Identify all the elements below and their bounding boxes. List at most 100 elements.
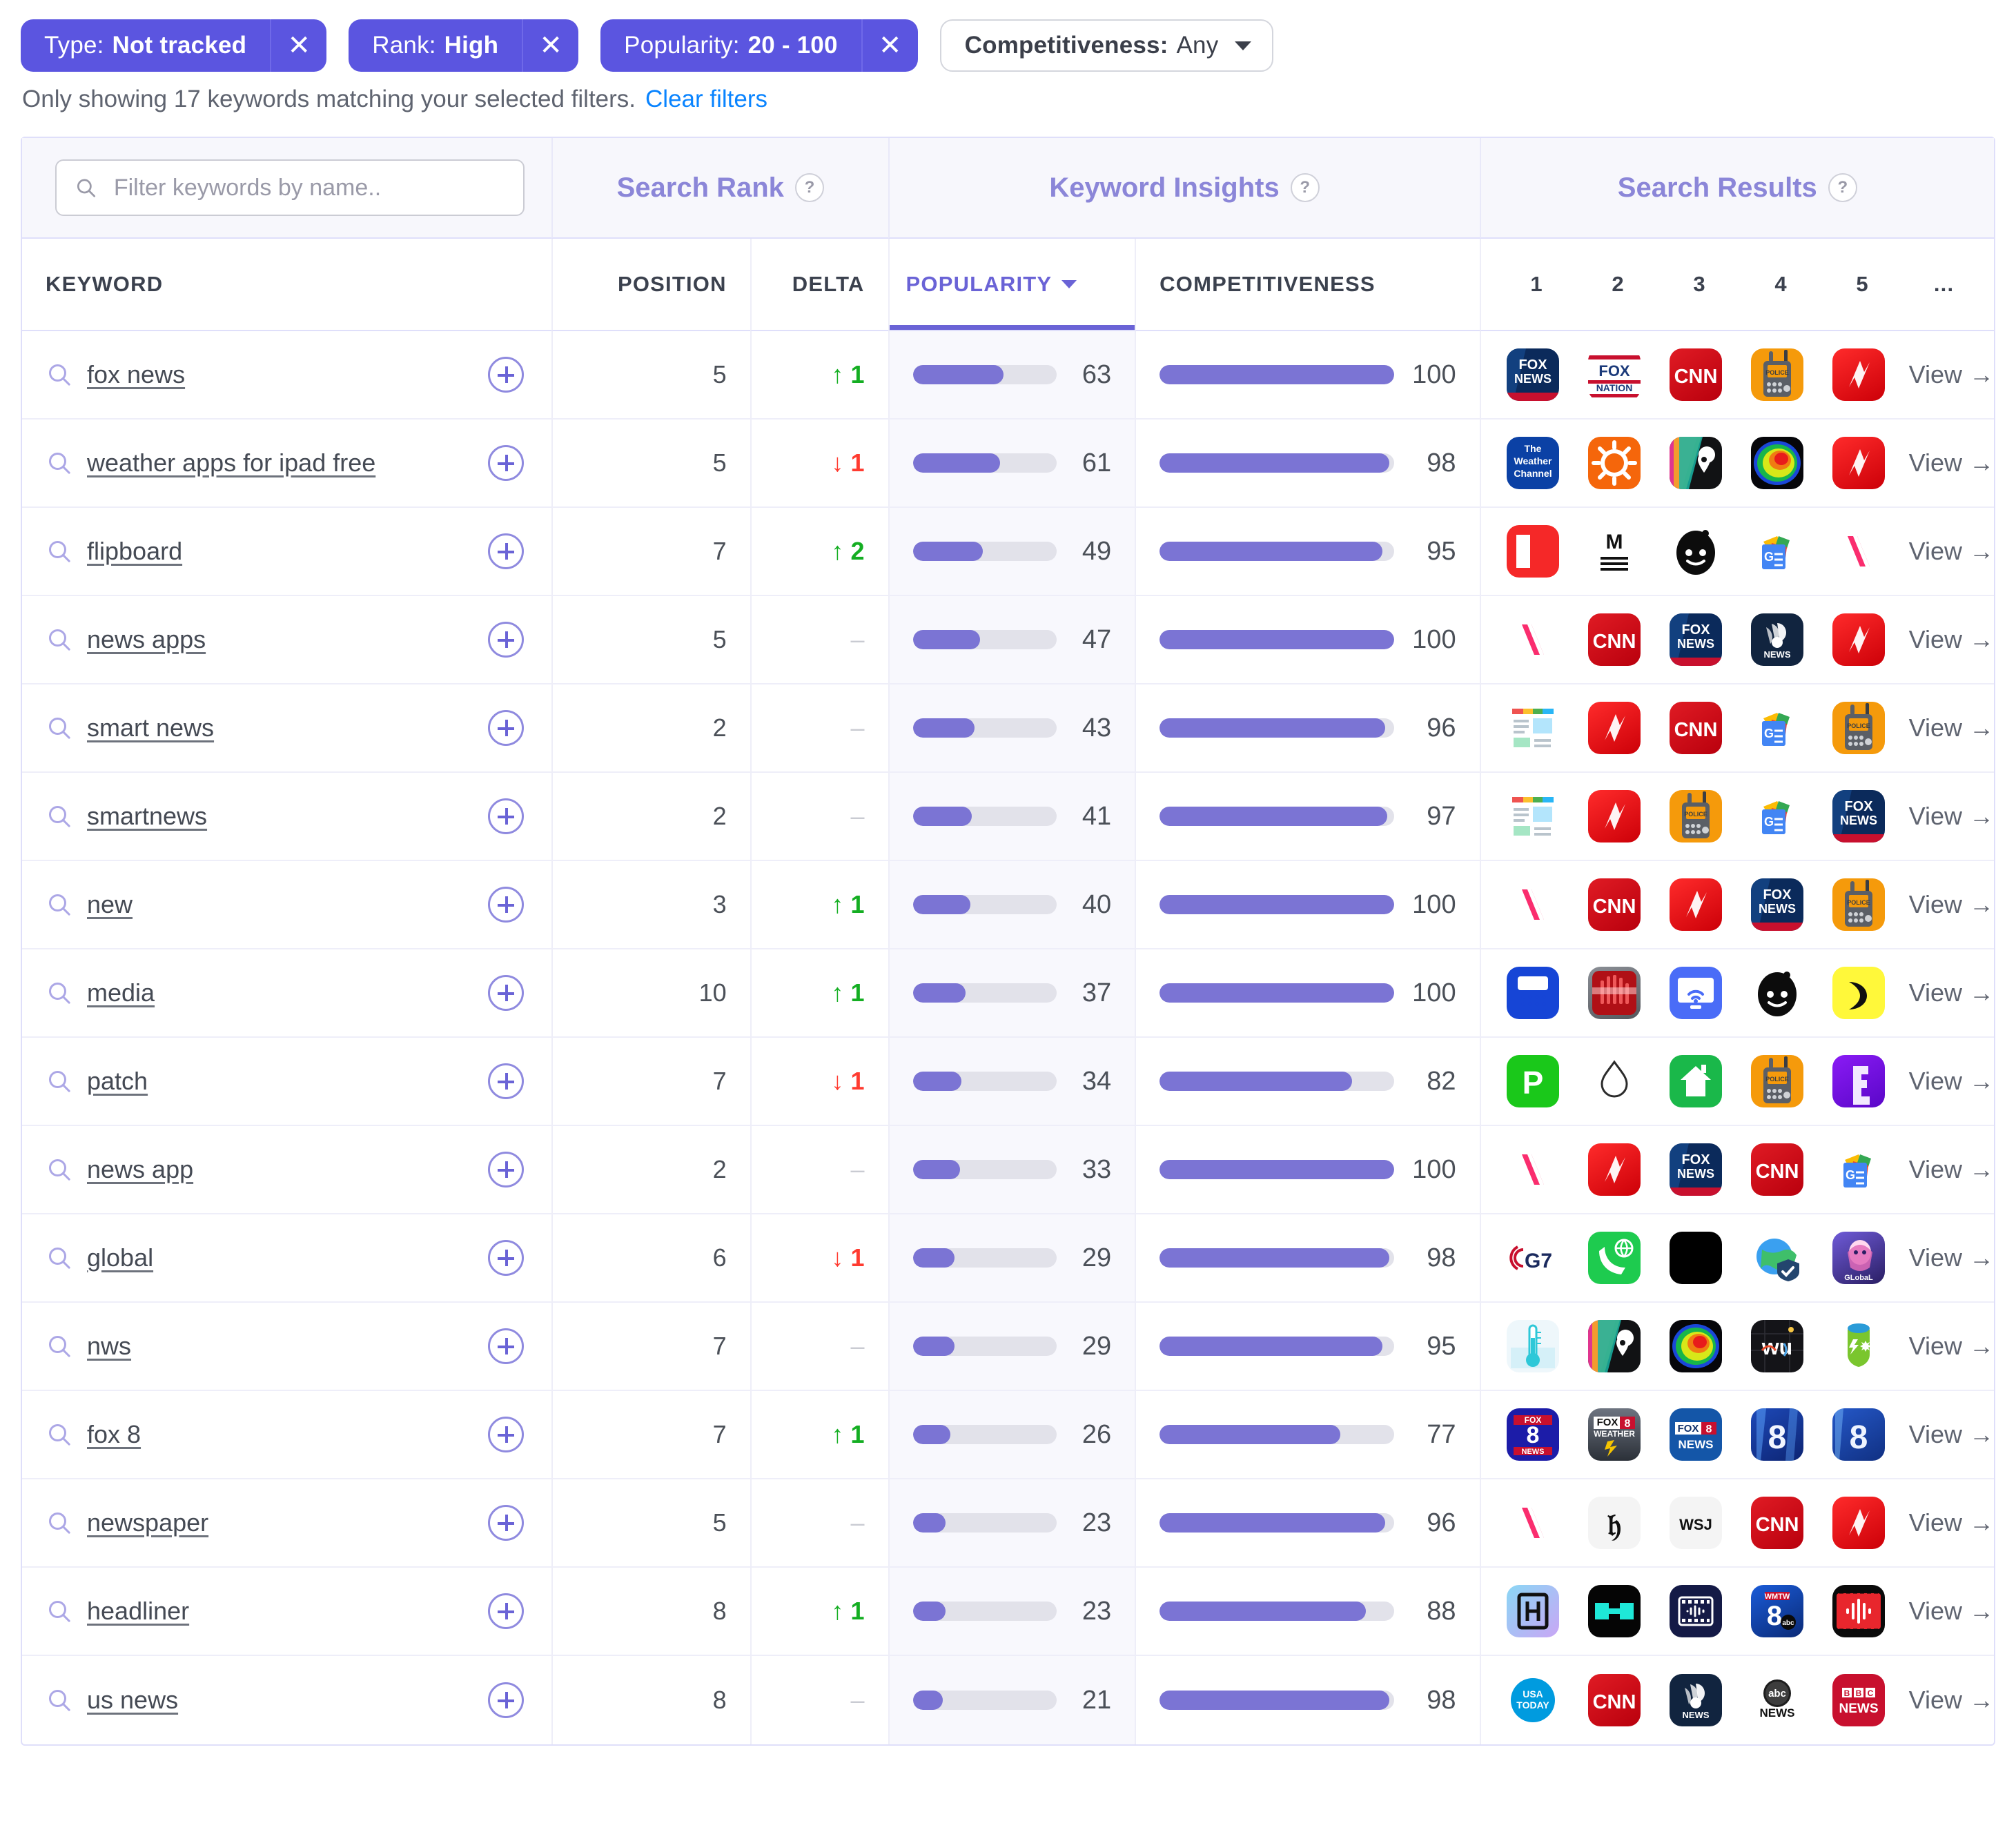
search-result-slot[interactable]: FOX NEWS bbox=[1736, 878, 1818, 931]
view-results-link[interactable]: View → bbox=[1909, 1597, 1994, 1626]
app-icon-reddit[interactable] bbox=[1750, 967, 1803, 1019]
add-keyword-button[interactable] bbox=[487, 533, 524, 569]
search-result-slot[interactable]: B B C NEWS bbox=[1818, 1674, 1899, 1726]
table-row[interactable]: fox news 5 ↑ 1 63 100 FOX NEWS FOX NATION C… bbox=[22, 331, 1994, 420]
app-icon-medium[interactable]: M bbox=[1587, 525, 1641, 578]
help-icon[interactable]: ? bbox=[1828, 173, 1857, 202]
app-icon-cnn[interactable]: CNN bbox=[1750, 1143, 1803, 1196]
chevron-down-icon[interactable] bbox=[1235, 41, 1252, 50]
column-header-position[interactable]: POSITION bbox=[551, 239, 750, 331]
view-results-link[interactable]: View → bbox=[1909, 1155, 1994, 1184]
app-icon-fox-news[interactable]: FOX NEWS bbox=[1832, 790, 1885, 842]
app-icon-reddit[interactable] bbox=[1669, 525, 1722, 578]
app-icon-water-drop[interactable] bbox=[1587, 1055, 1641, 1107]
app-icon-cnn[interactable]: CNN bbox=[1587, 878, 1641, 931]
search-result-slot[interactable] bbox=[1574, 1320, 1655, 1372]
app-icon-fox8-news[interactable]: FOX 8 NEWS bbox=[1506, 1408, 1559, 1461]
search-result-slot[interactable]: FOX NATION bbox=[1574, 348, 1655, 401]
search-result-slot[interactable] bbox=[1818, 967, 1899, 1019]
app-icon-newsbreak[interactable] bbox=[1587, 790, 1641, 842]
app-icon-apple-news[interactable] bbox=[1832, 525, 1885, 578]
search-result-slot[interactable]: POLICE bbox=[1736, 1055, 1818, 1107]
app-icon-black-square[interactable] bbox=[1669, 1232, 1722, 1284]
search-result-slot[interactable] bbox=[1492, 1320, 1574, 1372]
close-icon[interactable]: ✕ bbox=[270, 19, 326, 72]
search-input[interactable] bbox=[112, 173, 505, 202]
search-result-slot[interactable]: GLobaL bbox=[1818, 1232, 1899, 1284]
search-result-slot[interactable] bbox=[1574, 967, 1655, 1019]
add-keyword-button[interactable] bbox=[487, 622, 524, 658]
app-icon-newsbreak[interactable] bbox=[1832, 613, 1885, 666]
search-result-slot[interactable] bbox=[1818, 348, 1899, 401]
search-result-slot[interactable] bbox=[1492, 878, 1574, 931]
search-result-slot[interactable]: FOX NEWS bbox=[1492, 348, 1574, 401]
app-icon-fox8-news-blue[interactable]: FOX 8 NEWS bbox=[1669, 1408, 1722, 1461]
table-row[interactable]: flipboard 7 ↑ 2 49 95 M G View → bbox=[22, 508, 1994, 596]
view-results-link[interactable]: View → bbox=[1909, 1686, 1994, 1715]
app-icon-cnn[interactable]: CNN bbox=[1669, 702, 1722, 754]
sort-descending-icon[interactable] bbox=[1061, 280, 1077, 288]
help-icon[interactable]: ? bbox=[794, 173, 824, 202]
app-icon-globe-shield[interactable] bbox=[1750, 1232, 1803, 1284]
app-icon-channel-8[interactable]: 8 bbox=[1750, 1408, 1803, 1461]
table-row[interactable]: smartnews 2 – 41 97 POLICE G FOX NEWS View… bbox=[22, 773, 1994, 861]
app-icon-bbc-news[interactable]: B B C NEWS bbox=[1832, 1674, 1885, 1726]
search-result-slot[interactable] bbox=[1574, 1143, 1655, 1196]
search-result-slot[interactable] bbox=[1655, 525, 1736, 578]
app-icon-apple-news[interactable] bbox=[1506, 613, 1559, 666]
search-result-slot[interactable]: The Weather Channel bbox=[1492, 437, 1574, 489]
add-keyword-button[interactable] bbox=[487, 710, 524, 746]
search-result-slot[interactable] bbox=[1655, 878, 1736, 931]
app-icon-film-audio[interactable] bbox=[1669, 1585, 1722, 1637]
search-result-slot[interactable]: FOX NEWS bbox=[1655, 1143, 1736, 1196]
app-icon-newsbreak[interactable] bbox=[1832, 1497, 1885, 1549]
app-icon-screen-cast[interactable] bbox=[1669, 967, 1722, 1019]
add-keyword-button[interactable] bbox=[487, 1593, 524, 1629]
view-results-link[interactable]: View → bbox=[1909, 978, 1994, 1007]
column-header-competitiveness[interactable]: COMPETITIVENESS bbox=[1135, 239, 1480, 331]
search-result-slot[interactable]: FOX 8 NEWS bbox=[1655, 1408, 1736, 1461]
app-icon-cnn[interactable]: CNN bbox=[1669, 348, 1722, 401]
app-icon-xray-scanner[interactable] bbox=[1587, 967, 1641, 1019]
view-results-link[interactable]: View → bbox=[1909, 1332, 1994, 1361]
keyword-link[interactable]: smart news bbox=[87, 713, 214, 742]
search-result-slot[interactable]: M bbox=[1574, 525, 1655, 578]
search-result-slot[interactable] bbox=[1492, 1143, 1574, 1196]
app-icon-thermometer[interactable] bbox=[1506, 1320, 1559, 1372]
app-icon-nytimes[interactable]: 𝔥 bbox=[1587, 1497, 1641, 1549]
search-result-slot[interactable] bbox=[1818, 1585, 1899, 1637]
app-icon-headliner-teal[interactable] bbox=[1587, 1585, 1641, 1637]
app-icon-smiley-yellow[interactable] bbox=[1832, 967, 1885, 1019]
search-result-slot[interactable] bbox=[1574, 790, 1655, 842]
search-result-slot[interactable]: FOX NEWS bbox=[1818, 790, 1899, 842]
app-icon-google-news[interactable]: G bbox=[1750, 525, 1803, 578]
app-icon-radar-map-pin[interactable] bbox=[1587, 1320, 1641, 1372]
view-results-link[interactable]: View → bbox=[1909, 890, 1994, 919]
app-icon-fox8-weather[interactable]: FOX 8 WEATHER bbox=[1587, 1408, 1641, 1461]
search-result-slot[interactable]: CNN bbox=[1574, 613, 1655, 666]
search-result-slot[interactable]: CNN bbox=[1655, 702, 1736, 754]
table-row[interactable]: new 3 ↑ 1 40 100 CNN FOX NEWS POLICE View … bbox=[22, 861, 1994, 949]
view-results-link[interactable]: View → bbox=[1909, 802, 1994, 831]
search-input-wrapper[interactable] bbox=[55, 159, 525, 216]
search-result-slot[interactable] bbox=[1818, 613, 1899, 666]
view-results-link[interactable]: View → bbox=[1909, 713, 1994, 742]
app-icon-radar-storm[interactable] bbox=[1750, 437, 1803, 489]
app-icon-weather-sun[interactable] bbox=[1587, 437, 1641, 489]
app-icon-fox-nation[interactable]: FOX NATION bbox=[1587, 348, 1641, 401]
add-keyword-button[interactable] bbox=[487, 1063, 524, 1099]
view-results-link[interactable]: View → bbox=[1909, 1067, 1994, 1096]
table-row[interactable]: nws 7 – 29 95 wu View → bbox=[22, 1303, 1994, 1391]
add-keyword-button[interactable] bbox=[487, 445, 524, 481]
search-result-slot[interactable] bbox=[1492, 1497, 1574, 1549]
app-icon-abc-news[interactable]: abc NEWS bbox=[1750, 1674, 1803, 1726]
app-icon-police-scanner[interactable]: POLICE bbox=[1750, 348, 1803, 401]
search-result-slot[interactable] bbox=[1818, 1497, 1899, 1549]
view-results-link[interactable]: View → bbox=[1909, 625, 1994, 654]
search-result-slot[interactable] bbox=[1655, 1320, 1736, 1372]
add-keyword-button[interactable] bbox=[487, 975, 524, 1011]
search-result-slot[interactable]: G bbox=[1736, 790, 1818, 842]
search-result-slot[interactable] bbox=[1818, 1055, 1899, 1107]
app-icon-nbc-news[interactable]: NEWS bbox=[1750, 613, 1803, 666]
app-icon-apple-news[interactable] bbox=[1506, 878, 1559, 931]
